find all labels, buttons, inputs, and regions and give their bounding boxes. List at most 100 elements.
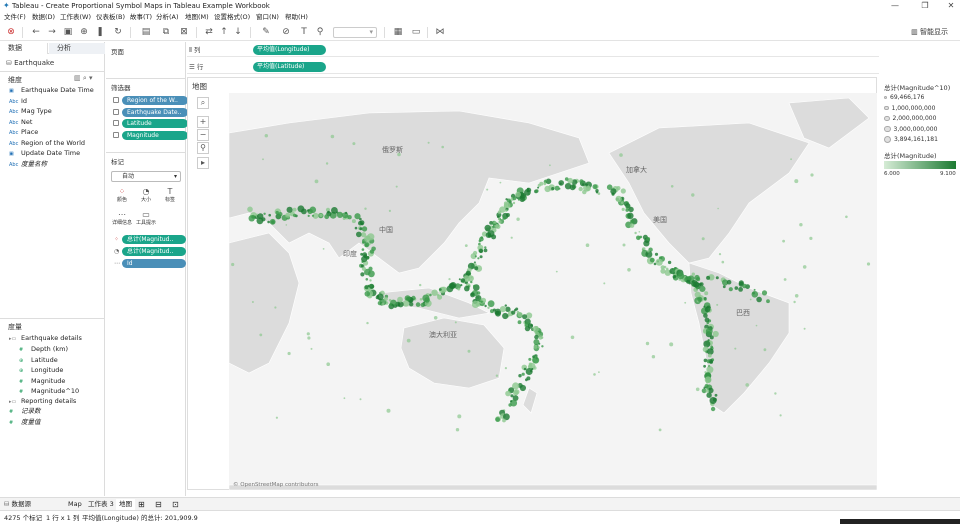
menu-format[interactable]: 设置格式(O) [214,13,250,22]
earthquake-point[interactable] [420,302,425,308]
earthquake-point[interactable] [478,239,482,243]
dimension-field[interactable]: Abc Net [9,118,32,128]
earthquake-point[interactable] [717,207,719,210]
menu-analysis[interactable]: 分析(A) [156,13,179,22]
earthquake-point[interactable] [582,189,587,195]
earthquake-point[interactable] [361,226,368,232]
earthquake-point[interactable] [483,248,488,253]
smart-show-button[interactable]: ▥ 智能显示 [911,26,948,38]
earthquake-point[interactable] [517,198,521,201]
earthquake-point[interactable] [362,252,368,258]
earthquake-point[interactable] [810,173,814,177]
datasource-item[interactable]: ⛁ Earthquake [6,58,54,68]
earthquake-point[interactable] [470,280,473,284]
earthquake-point[interactable] [502,216,507,220]
earthquake-point[interactable] [361,248,365,251]
earthquake-point[interactable] [467,349,471,353]
earthquake-point[interactable] [231,262,235,267]
earthquake-point[interactable] [406,338,411,343]
earthquake-point[interactable] [726,279,732,285]
earthquake-point[interactable] [535,189,539,193]
color-button[interactable]: ⁘ 颜色 [112,187,132,204]
earthquake-point[interactable] [526,312,533,319]
menu-worksheet[interactable]: 工作表(W) [60,13,91,22]
earthquake-point[interactable] [519,384,526,392]
filter-checkbox[interactable] [113,120,119,126]
earthquake-point[interactable] [691,272,695,276]
earthquake-point[interactable] [492,225,495,229]
earthquake-point[interactable] [691,193,695,197]
earthquake-point[interactable] [511,310,516,315]
pin-icon[interactable]: ⚲ [314,26,326,38]
earthquake-point[interactable] [269,218,276,225]
filter-checkbox[interactable] [113,131,119,138]
earthquake-point[interactable] [247,206,253,213]
earthquake-point[interactable] [703,340,711,348]
earthquake-point[interactable] [311,214,315,217]
earthquake-point[interactable] [359,227,363,231]
earthquake-point[interactable] [533,339,540,345]
earthquake-point[interactable] [706,366,714,374]
earthquake-point[interactable] [532,325,539,333]
rows-shelf[interactable]: ☰ 行 平均值(Latitude) [187,60,879,74]
earthquake-point[interactable] [551,187,555,191]
earthquake-point[interactable] [455,428,460,432]
earthquake-point[interactable] [549,164,551,167]
duplicate-sheet-icon[interactable]: ⧉ [160,26,172,38]
filter-pill[interactable]: Magnitude [122,130,188,140]
earthquake-point[interactable] [522,314,528,320]
earthquake-point[interactable] [715,276,719,280]
filter-pill[interactable]: Earthquake Date.. [122,107,188,117]
earthquake-point[interactable] [480,300,483,303]
earthquake-point[interactable] [555,270,558,273]
earthquake-point[interactable] [479,255,483,259]
dimension-field[interactable]: ▣ Update Date Time [9,149,80,159]
earthquake-point[interactable] [377,301,382,306]
earthquake-point[interactable] [569,184,576,191]
earthquake-point[interactable] [409,302,414,307]
earthquake-point[interactable] [704,291,709,296]
earthquake-point[interactable] [712,330,719,338]
earthquake-point[interactable] [532,355,535,359]
earthquake-point[interactable] [625,208,629,212]
earthquake-point[interactable] [510,400,513,403]
earthquake-point[interactable] [460,284,463,287]
earthquake-point[interactable] [277,216,280,219]
earthquake-point[interactable] [262,158,264,161]
marks-pill-detail[interactable]: Id [122,259,186,268]
earthquake-point[interactable] [361,266,366,271]
earthquake-point[interactable] [470,292,475,296]
close-icon[interactable]: ✕ [944,1,958,11]
earthquake-point[interactable] [537,186,540,189]
earthquake-point[interactable] [706,392,712,398]
earthquake-point[interactable] [448,278,451,281]
earthquake-point[interactable] [627,212,634,219]
earthquake-point[interactable] [695,387,700,392]
earthquake-point[interactable] [513,390,519,396]
save-icon[interactable]: ▣ [62,26,74,38]
measure-field[interactable]: # 记录数 [9,407,41,417]
earthquake-point[interactable] [354,213,361,220]
dimension-field[interactable]: ▣ Earthquake Date Time [9,86,94,96]
refresh-icon[interactable]: ↻ [112,26,124,38]
earthquake-point[interactable] [845,215,848,219]
earthquake-point[interactable] [745,383,749,387]
earthquake-point[interactable] [766,299,770,304]
earthquake-point[interactable] [704,306,711,313]
measure-field[interactable]: # Magnitude [19,377,65,387]
earthquake-point[interactable] [751,291,759,298]
earthquake-point[interactable] [438,288,442,291]
earthquake-point[interactable] [484,224,491,232]
earthquake-point[interactable] [658,428,662,432]
earthquake-point[interactable] [293,213,297,218]
earthquake-point[interactable] [419,298,423,301]
labels-icon[interactable]: T [298,26,310,38]
earthquake-point[interactable] [360,232,367,238]
earthquake-point[interactable] [473,284,476,288]
earthquake-point[interactable] [774,392,777,395]
earthquake-point[interactable] [709,360,713,364]
earthquake-point[interactable] [703,313,708,318]
tab-analytics[interactable]: 分析 [49,43,105,54]
earthquake-point[interactable] [460,278,466,283]
map-attribution[interactable]: © OpenStreetMap contributors [233,482,318,488]
